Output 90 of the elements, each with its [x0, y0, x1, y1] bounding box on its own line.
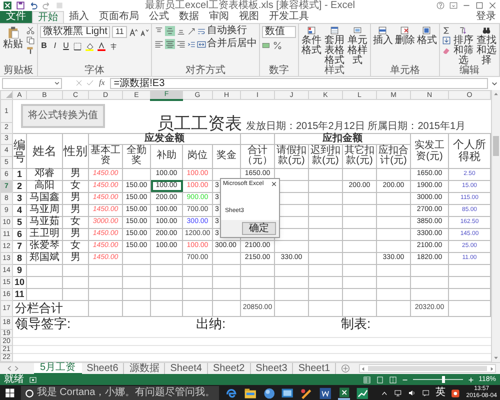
cell[interactable]: 10 [12, 276, 26, 288]
group-label: 字体 [83, 66, 106, 76]
cell[interactable]: 邓睿 [26, 168, 62, 180]
insert-function-button[interactable]: fx [97, 79, 107, 87]
cell[interactable]: 张爱琴 [26, 240, 62, 252]
cell[interactable]: 4 [12, 204, 26, 216]
ribbon-button[interactable]: 粘贴 [2, 26, 24, 50]
group-label: 单元格 [388, 66, 421, 76]
cell[interactable]: 马亚周 [26, 204, 62, 216]
cell[interactable]: 男 [62, 168, 88, 180]
number-format-field[interactable]: 数值 [262, 26, 296, 38]
input-method-indicator[interactable]: 英 [435, 388, 446, 398]
convert-formula-button[interactable]: 将公式转换为值 [21, 104, 105, 128]
ribbon-button[interactable]: 条件格式 [300, 26, 322, 56]
ribbon-tab[interactable]: 开始 [32, 11, 64, 23]
search-field[interactable]: 我是 Cortana，小娜。有问题尽管问我。 [20, 386, 220, 400]
cell[interactable]: 1 [12, 168, 26, 180]
format-button[interactable]: U [62, 41, 70, 51]
ribbon-button[interactable]: 套用表格格式 [324, 26, 345, 66]
group-label: 样式 [323, 66, 346, 76]
cell[interactable]: 男 [62, 252, 88, 264]
status-text: 就绪 [4, 374, 24, 384]
signature-label: 制表: [340, 316, 372, 330]
column-title: 请假扣款(元) [274, 144, 308, 168]
cell[interactable]: 分栏合计 [12, 300, 88, 316]
cell[interactable]: 马亚茹 [26, 216, 62, 228]
cell[interactable]: 11 [12, 288, 26, 300]
cell[interactable]: 2 [12, 180, 26, 192]
format-button[interactable]: B [40, 41, 48, 51]
format-button[interactable]: I [51, 41, 59, 51]
group-header: 应扣金额 [274, 133, 410, 144]
cell[interactable]: 3 [12, 192, 26, 204]
cell[interactable]: 7 [12, 240, 26, 252]
font-size-field[interactable]: 11 [112, 26, 127, 38]
column-title: 合计（元） [240, 144, 274, 168]
date-text: 发放日期：2015年2月12日 所属日期：2015年1月 [246, 122, 466, 132]
signature-label: 出纳: [195, 316, 227, 330]
group-label: 对齐方式 [184, 66, 226, 76]
column-title: 全勤奖 [122, 144, 150, 168]
signature-label: 领导签字: [14, 316, 72, 330]
column-title: 奖金 [212, 144, 240, 168]
font-name-field[interactable]: 微软雅黑 Light [40, 26, 110, 38]
ribbon-button[interactable]: 格式 [416, 26, 437, 46]
merge-center-button[interactable]: 合并后居中 [196, 39, 257, 49]
ribbon-tab[interactable]: 开发工具 [264, 11, 314, 23]
ribbon-tab[interactable]: 公式 [144, 11, 174, 23]
ribbon-button[interactable]: 单元格样式 [346, 26, 368, 66]
ribbon-button[interactable]: 查找和选择 [476, 26, 497, 66]
column-title: 应扣合计(元) [376, 144, 410, 168]
group-label: 编辑 [458, 66, 480, 76]
sheet-title: 员工工资表 [157, 114, 242, 132]
file-tab[interactable]: 文件 [0, 11, 32, 23]
column-title: 迟到扣款(元) [308, 144, 342, 168]
ribbon-button[interactable]: 插入 [372, 26, 393, 46]
ok-button[interactable]: 确定 [242, 222, 276, 236]
ribbon-tab[interactable]: 数据 [174, 11, 204, 23]
cell[interactable]: 女 [62, 216, 88, 228]
column-title: 补助 [150, 144, 182, 168]
cell[interactable]: 5 [12, 216, 26, 228]
group-header: 应发金额 [88, 133, 240, 144]
cell[interactable]: 9 [12, 264, 26, 276]
ribbon-tab[interactable]: 视图 [234, 11, 264, 23]
sign-in-link[interactable]: 登录 [476, 11, 496, 23]
ribbon-tab[interactable]: 审阅 [204, 11, 234, 23]
cell[interactable]: 王卫明 [26, 228, 62, 240]
cell[interactable]: 6 [12, 228, 26, 240]
wrap-text-button[interactable]: 自动换行 [196, 26, 247, 36]
cell[interactable]: 男 [62, 228, 88, 240]
cell[interactable]: 郑国斌 [26, 252, 62, 264]
group-label: 数字 [268, 66, 290, 76]
column-title: 岗位 [182, 144, 212, 168]
cell[interactable]: 马国鑫 [26, 192, 62, 204]
ribbon-button[interactable]: 删除 [394, 26, 415, 46]
column-title: 姓名 [26, 133, 62, 168]
column-title: 性别 [62, 133, 88, 168]
cell[interactable]: 高阳 [26, 180, 62, 192]
ribbon-button[interactable]: 排序和筛选 [452, 26, 474, 66]
cell[interactable]: 女 [62, 240, 88, 252]
ribbon-tab[interactable]: 页面布局 [94, 11, 144, 23]
formula-field[interactable]: =源数据!E3 [110, 78, 488, 88]
cell[interactable]: 女 [62, 180, 88, 192]
ribbon-tab[interactable]: 插入 [64, 11, 94, 23]
cell[interactable]: 男 [62, 192, 88, 204]
column-title: 其它扣款(元) [342, 144, 376, 168]
cell[interactable]: 8 [12, 252, 26, 264]
group-label: 剪贴板 [2, 66, 34, 76]
column-title: 基本工资 [88, 144, 122, 168]
column-title: 实发工资(元) [410, 133, 448, 168]
cell[interactable]: 男 [62, 204, 88, 216]
sheet-tab[interactable]: 5月工资 [34, 362, 82, 374]
